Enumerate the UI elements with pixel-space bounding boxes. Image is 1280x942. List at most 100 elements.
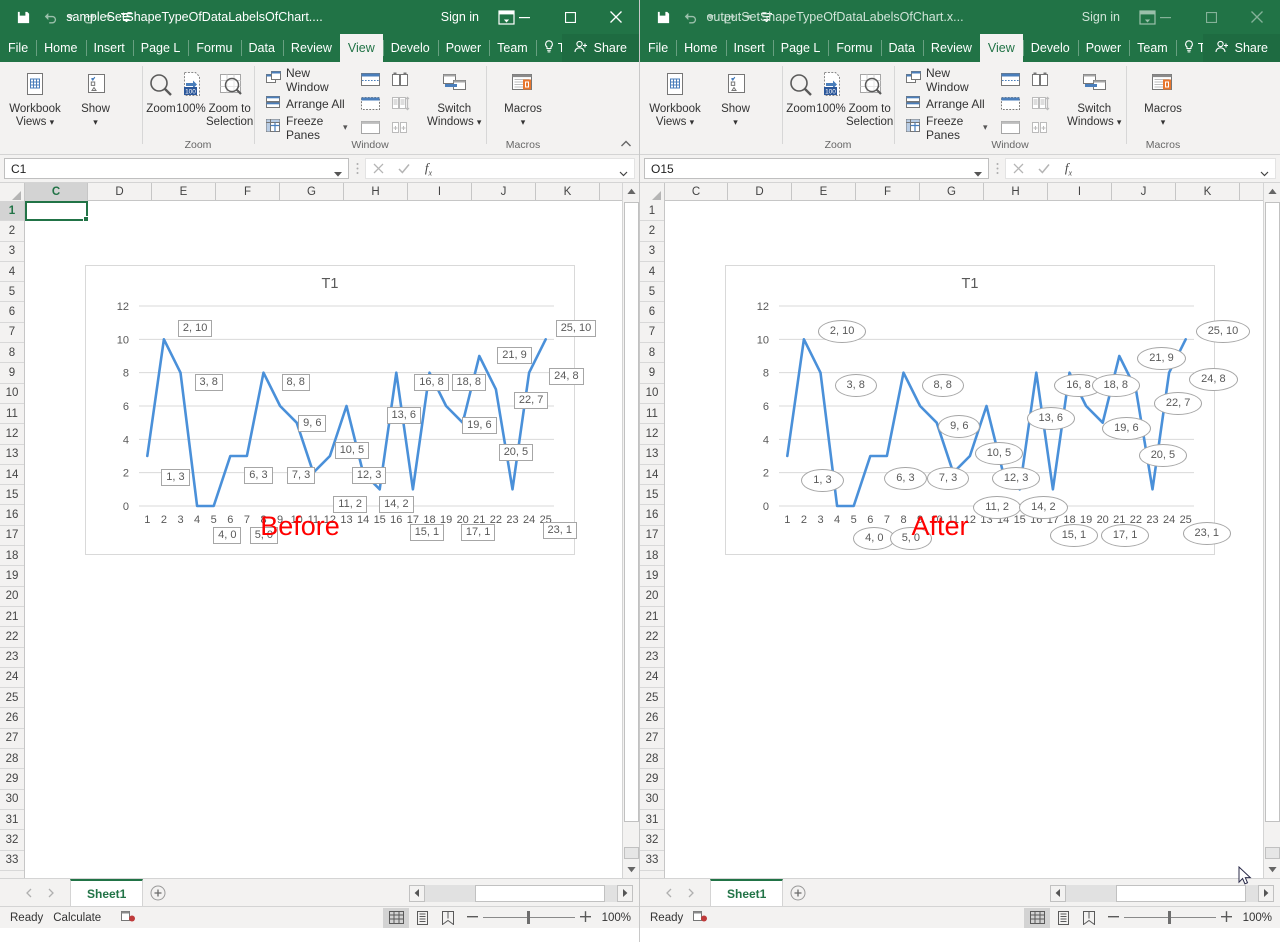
column-header-D[interactable]: D [88,183,152,201]
tab-formulas[interactable]: Formu [828,34,880,62]
macros-dropdown-icon[interactable]: ▾ [1161,116,1166,129]
zoom-track[interactable] [483,917,575,918]
column-header-E[interactable]: E [152,183,216,201]
freeze-panes-button[interactable]: Freeze Panes ▾ [902,116,992,139]
view-side-by-side-button[interactable] [1027,68,1053,91]
data-label-25[interactable]: 25, 10 [556,320,597,337]
cell-area-left[interactable]: T1 0246810121234567891011121314151617181… [25,201,639,878]
selected-cell-C1[interactable] [25,201,88,221]
data-label-13[interactable]: 13, 6 [387,407,421,424]
minimize-button[interactable] [1142,0,1188,34]
unhide-button[interactable] [998,116,1024,139]
zoom-button[interactable]: Zoom [786,66,816,116]
column-header-G[interactable]: G [280,183,344,201]
data-label-19[interactable]: 19, 6 [1102,417,1150,440]
data-label-24[interactable]: 24, 8 [549,368,583,385]
show-button[interactable]: Show ▾ [68,66,123,129]
column-header-E[interactable]: E [792,183,856,201]
row-header-8[interactable]: 8 [640,343,664,363]
row-header-27[interactable]: 27 [0,729,24,749]
zoom-handle[interactable] [527,911,530,924]
tab-home[interactable]: Home [676,34,725,62]
row-header-21[interactable]: 21 [640,607,664,627]
page-layout-view-button[interactable] [409,908,435,928]
cancel-formula-icon[interactable] [1006,158,1031,179]
row-header-23[interactable]: 23 [0,648,24,668]
tab-team[interactable]: Team [489,34,536,62]
column-header-C[interactable]: C [25,183,88,201]
zoom-button[interactable]: Zoom [146,66,176,116]
row-header-33[interactable]: 33 [640,851,664,871]
tab-home[interactable]: Home [36,34,85,62]
row-header-25[interactable]: 25 [0,688,24,708]
row-header-5[interactable]: 5 [640,282,664,302]
row-header-13[interactable]: 13 [640,445,664,465]
data-label-3[interactable]: 3, 8 [835,374,877,397]
row-header-26[interactable]: 26 [640,708,664,728]
tab-team[interactable]: Team [1129,34,1176,62]
freeze-panes-dropdown-icon[interactable]: ▾ [343,122,348,133]
workbook-views-button[interactable]: Workbook Views ▾ [4,66,66,129]
data-label-23[interactable]: 23, 1 [1183,522,1231,545]
data-label-3[interactable]: 3, 8 [195,374,223,391]
split-button[interactable] [358,68,384,91]
redo-dropdown-icon[interactable] [744,4,752,30]
column-header-G[interactable]: G [920,183,984,201]
row-header-29[interactable]: 29 [0,769,24,789]
scroll-left-button[interactable] [1050,885,1066,902]
tab-file[interactable]: File [640,34,676,62]
row-header-22[interactable]: 22 [0,627,24,647]
next-sheet-button[interactable] [680,882,702,904]
expand-formula-bar-icon[interactable] [1260,166,1269,180]
zoom-in-button[interactable] [1221,911,1232,925]
row-header-31[interactable]: 31 [640,810,664,830]
page-layout-view-button[interactable] [1050,908,1076,928]
split-handle[interactable] [1265,847,1280,859]
row-header-28[interactable]: 28 [0,749,24,769]
tab-page-layout[interactable]: Page L [133,34,189,62]
zoom-out-button[interactable] [1108,911,1119,925]
data-label-10[interactable]: 10, 5 [335,442,369,459]
data-label-2[interactable]: 2, 10 [178,320,212,337]
synchronous-scrolling-button[interactable] [387,92,413,115]
row-header-4[interactable]: 4 [640,262,664,282]
scroll-left-button[interactable] [409,885,425,902]
expand-formula-bar-icon[interactable] [619,166,628,180]
show-button[interactable]: Show ▾ [708,66,763,129]
column-header-I[interactable]: I [1048,183,1112,201]
row-header-6[interactable]: 6 [640,302,664,322]
tab-page-layout[interactable]: Page L [773,34,829,62]
tab-data[interactable]: Data [241,34,283,62]
column-header-C[interactable]: C [665,183,728,201]
row-header-15[interactable]: 15 [0,485,24,505]
undo-dropdown-icon[interactable] [66,4,74,30]
row-header-18[interactable]: 18 [640,546,664,566]
zoom-slider[interactable] [467,911,591,925]
share-button[interactable]: Share [1203,34,1280,62]
row-header-9[interactable]: 9 [0,363,24,383]
data-label-8[interactable]: 8, 8 [282,374,310,391]
column-header-F[interactable]: F [856,183,920,201]
row-header-32[interactable]: 32 [0,830,24,850]
row-header-27[interactable]: 27 [640,729,664,749]
row-header-25[interactable]: 25 [640,688,664,708]
row-header-11[interactable]: 11 [640,404,664,424]
page-break-preview-button[interactable] [1076,908,1102,928]
name-box-dropdown-icon[interactable] [334,166,342,180]
row-header-24[interactable]: 24 [0,668,24,688]
enter-formula-icon[interactable] [1031,158,1056,179]
customize-qat-icon[interactable] [758,4,774,30]
row-header-10[interactable]: 10 [0,384,24,404]
sheet-tab-sheet1[interactable]: Sheet1 [70,879,143,906]
zoom-100-button[interactable]: 100 100% [816,66,846,116]
data-label-15[interactable]: 15, 1 [410,524,444,541]
data-label-25[interactable]: 25, 10 [1196,320,1251,343]
row-header-3[interactable]: 3 [640,242,664,262]
data-label-12[interactable]: 12, 3 [352,467,386,484]
share-button[interactable]: Share [562,34,639,62]
tab-view[interactable]: View [340,34,383,62]
row-header-13[interactable]: 13 [0,445,24,465]
vertical-scrollbar-thumb[interactable] [1265,202,1280,822]
normal-view-button[interactable] [1024,908,1050,928]
maximize-button[interactable] [547,0,593,34]
